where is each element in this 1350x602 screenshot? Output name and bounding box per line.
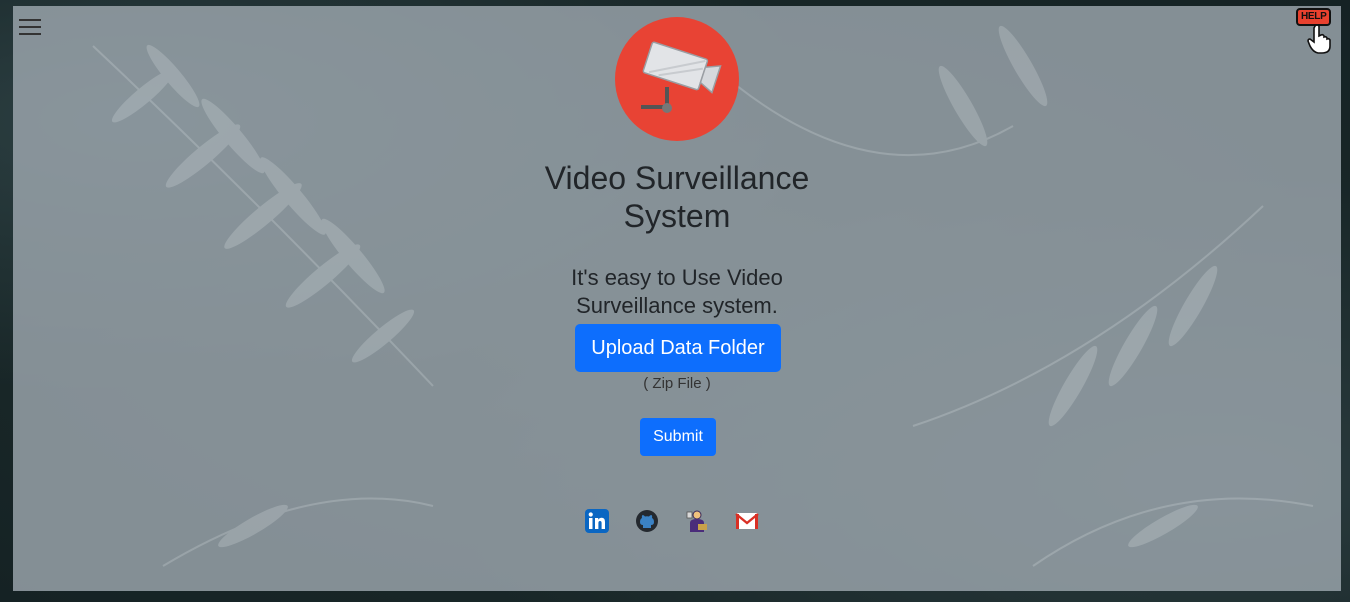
tagline: It's easy to Use Video Surveillance syst…: [571, 265, 783, 318]
upload-hint: ( Zip File ): [643, 375, 711, 392]
tagline-wrap: It's easy to Use Video Surveillance syst…: [13, 264, 1341, 320]
gmail-icon: [735, 513, 759, 529]
portfolio-link[interactable]: [684, 508, 710, 534]
linkedin-icon: [585, 509, 609, 533]
app-logo: [615, 17, 739, 141]
page-title: Video Surveillance System: [544, 160, 810, 234]
social-links: [584, 508, 764, 534]
submit-button[interactable]: Submit: [640, 418, 716, 456]
page-title-wrap: Video Surveillance System: [13, 159, 1341, 235]
hamburger-menu-icon[interactable]: [17, 14, 43, 42]
main-panel: HELP Video Surveillance System It's easy…: [13, 6, 1341, 591]
github-icon: [636, 510, 658, 532]
help-button[interactable]: HELP: [1295, 8, 1337, 56]
linkedin-link[interactable]: [584, 508, 610, 534]
github-link[interactable]: [634, 508, 660, 534]
gmail-link[interactable]: [734, 508, 760, 534]
security-camera-icon: [641, 41, 722, 113]
pointing-hand-icon: [1307, 24, 1331, 54]
upload-data-folder-button[interactable]: Upload Data Folder: [575, 324, 781, 372]
portfolio-icon: [686, 510, 707, 532]
